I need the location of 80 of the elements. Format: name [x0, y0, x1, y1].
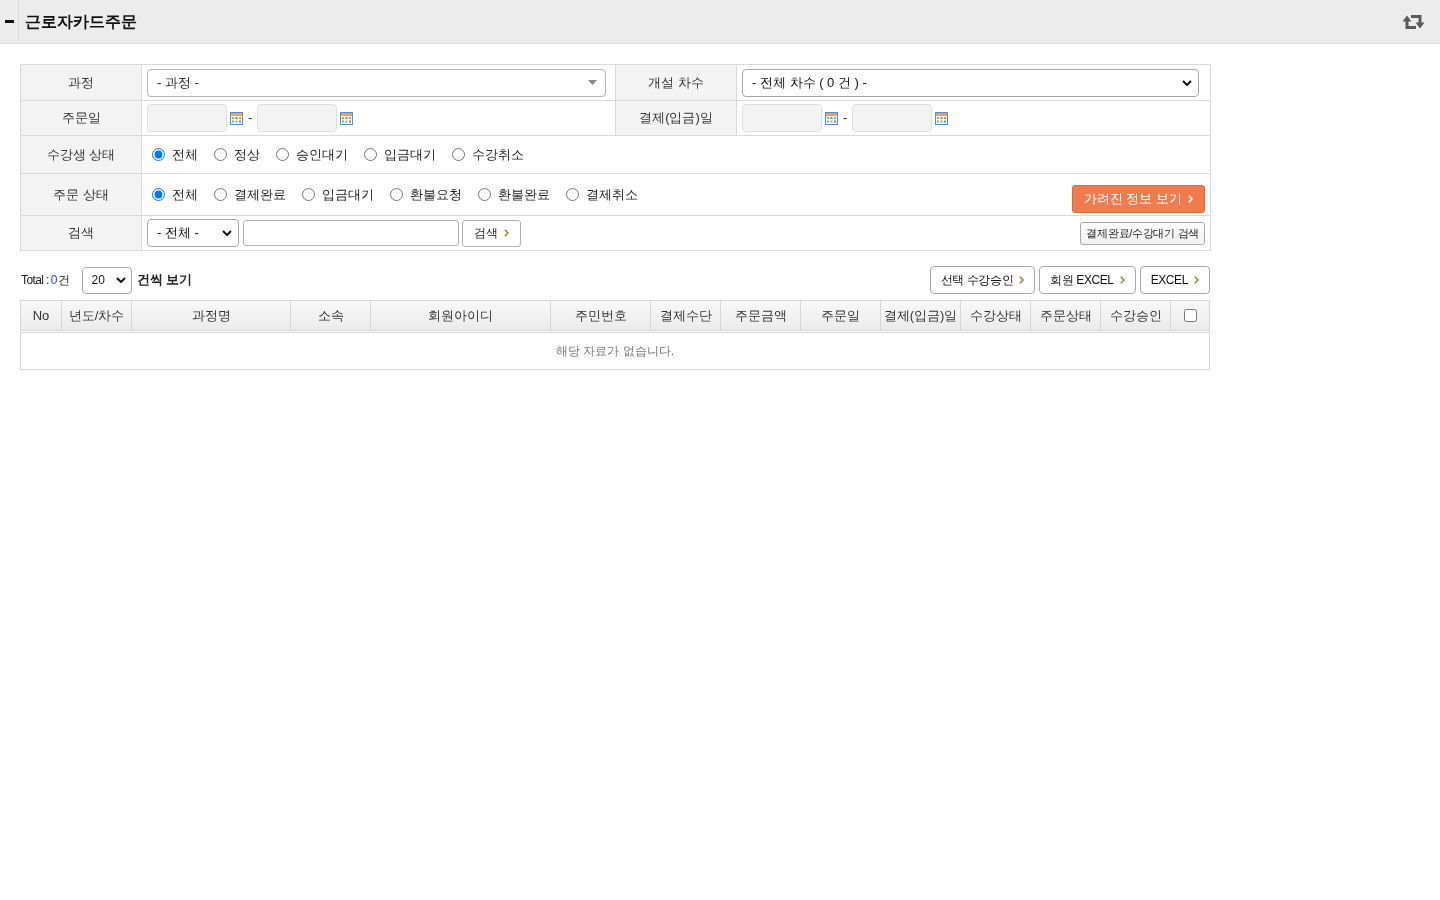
chevron-down-icon — [1182, 79, 1192, 86]
chevron-right-icon — [504, 229, 509, 237]
empty-message: 해당 자료가 없습니다. — [556, 343, 674, 360]
chevron-right-icon — [1188, 194, 1193, 203]
total-unit: 건 — [57, 272, 70, 289]
radio-button[interactable] — [214, 148, 227, 161]
radio-button[interactable] — [452, 148, 465, 161]
date-field[interactable] — [852, 104, 933, 132]
column-header: 주문금액 — [721, 301, 801, 330]
chevron-right-icon — [1119, 276, 1125, 284]
column-header: No — [21, 301, 62, 330]
radio-label[interactable]: 입금대기 — [384, 144, 436, 165]
date-field[interactable] — [742, 104, 822, 132]
minus-icon[interactable] — [4, 20, 14, 23]
chevron-down-icon — [115, 277, 126, 283]
column-header: 주문일 — [801, 301, 881, 330]
field-label: 주문일 — [20, 100, 142, 136]
radio-label[interactable]: 정상 — [234, 144, 260, 165]
chevron-down-icon — [222, 230, 232, 236]
toolbar-button[interactable]: 선택 수강승인 — [929, 266, 1036, 294]
page-title: 근로자카드주문 — [25, 11, 137, 32]
column-header: 소속 — [291, 301, 371, 330]
column-header: 회원아이디 — [371, 301, 551, 330]
radio-button[interactable] — [566, 188, 579, 201]
chevron-right-icon — [1194, 276, 1199, 284]
calendar-icon[interactable] — [340, 111, 354, 125]
session-select[interactable]: - 전체 차수 ( 0 건 ) - — [742, 68, 1199, 97]
page-size-select[interactable]: 20 — [81, 266, 132, 294]
calendar-icon[interactable] — [230, 111, 243, 125]
radio-button[interactable] — [478, 188, 491, 201]
field-label: 개설 차수 — [615, 64, 737, 101]
total-count: 0 — [50, 272, 58, 289]
column-header: 결제(입금)일 — [881, 301, 961, 330]
radio-label[interactable]: 전체 — [172, 144, 198, 165]
column-header: 과정명 — [132, 301, 291, 330]
select-all-checkbox[interactable] — [1183, 309, 1197, 322]
column-header: 수강승인 — [1101, 301, 1171, 330]
caret-down-icon — [588, 80, 597, 85]
toolbar-button[interactable]: 회원 EXCEL — [1039, 266, 1136, 294]
radio-button[interactable] — [302, 188, 315, 201]
column-header: 수강상태 — [961, 301, 1031, 330]
date-field[interactable] — [147, 104, 227, 132]
search-scope-select[interactable]: - 전체 - — [147, 219, 239, 247]
field-label: 수강생 상태 — [20, 135, 142, 174]
page-size-suffix: 건씩 보기 — [136, 271, 193, 290]
column-header: 년도/차수 — [62, 301, 132, 330]
field-label: 주문 상태 — [20, 173, 142, 216]
radio-label[interactable]: 입금대기 — [322, 184, 374, 205]
radio-button[interactable] — [364, 148, 377, 161]
column-header: 결제수단 — [651, 301, 721, 330]
paid-waiting-search-button[interactable]: 결제완료/수강대기 검색 — [1080, 221, 1205, 245]
range-separator: - — [843, 109, 848, 128]
course-select[interactable]: - 과정 - — [147, 68, 606, 97]
radio-label[interactable]: 결제취소 — [586, 184, 638, 205]
radio-label[interactable]: 수강취소 — [472, 144, 524, 165]
range-separator: - — [248, 109, 253, 128]
toolbar-button[interactable]: EXCEL — [1139, 266, 1210, 294]
field-label: 검색 — [20, 215, 142, 251]
column-header: 주문상태 — [1031, 301, 1101, 330]
radio-label[interactable]: 환불요청 — [410, 184, 462, 205]
total-label: Total : — [21, 272, 49, 289]
radio-label[interactable]: 승인대기 — [296, 144, 348, 165]
field-label: 결제(입금)일 — [615, 100, 737, 136]
radio-label[interactable]: 전체 — [172, 184, 198, 205]
column-header: 주민번호 — [551, 301, 651, 330]
radio-button[interactable] — [390, 188, 403, 201]
chevron-right-icon — [1019, 276, 1025, 284]
radio-label[interactable]: 결제완료 — [234, 184, 286, 205]
radio-button[interactable] — [152, 148, 165, 161]
calendar-icon[interactable] — [825, 111, 838, 125]
refresh-icon[interactable] — [1402, 13, 1425, 30]
field-label: 과정 — [20, 64, 142, 101]
search-field[interactable] — [243, 220, 459, 246]
radio-label[interactable]: 환불완료 — [498, 184, 550, 205]
date-field[interactable] — [257, 104, 338, 132]
calendar-icon[interactable] — [935, 111, 949, 125]
search-button[interactable]: 검색 — [462, 219, 521, 247]
radio-button[interactable] — [152, 188, 165, 201]
radio-button[interactable] — [276, 148, 289, 161]
radio-button[interactable] — [214, 188, 227, 201]
